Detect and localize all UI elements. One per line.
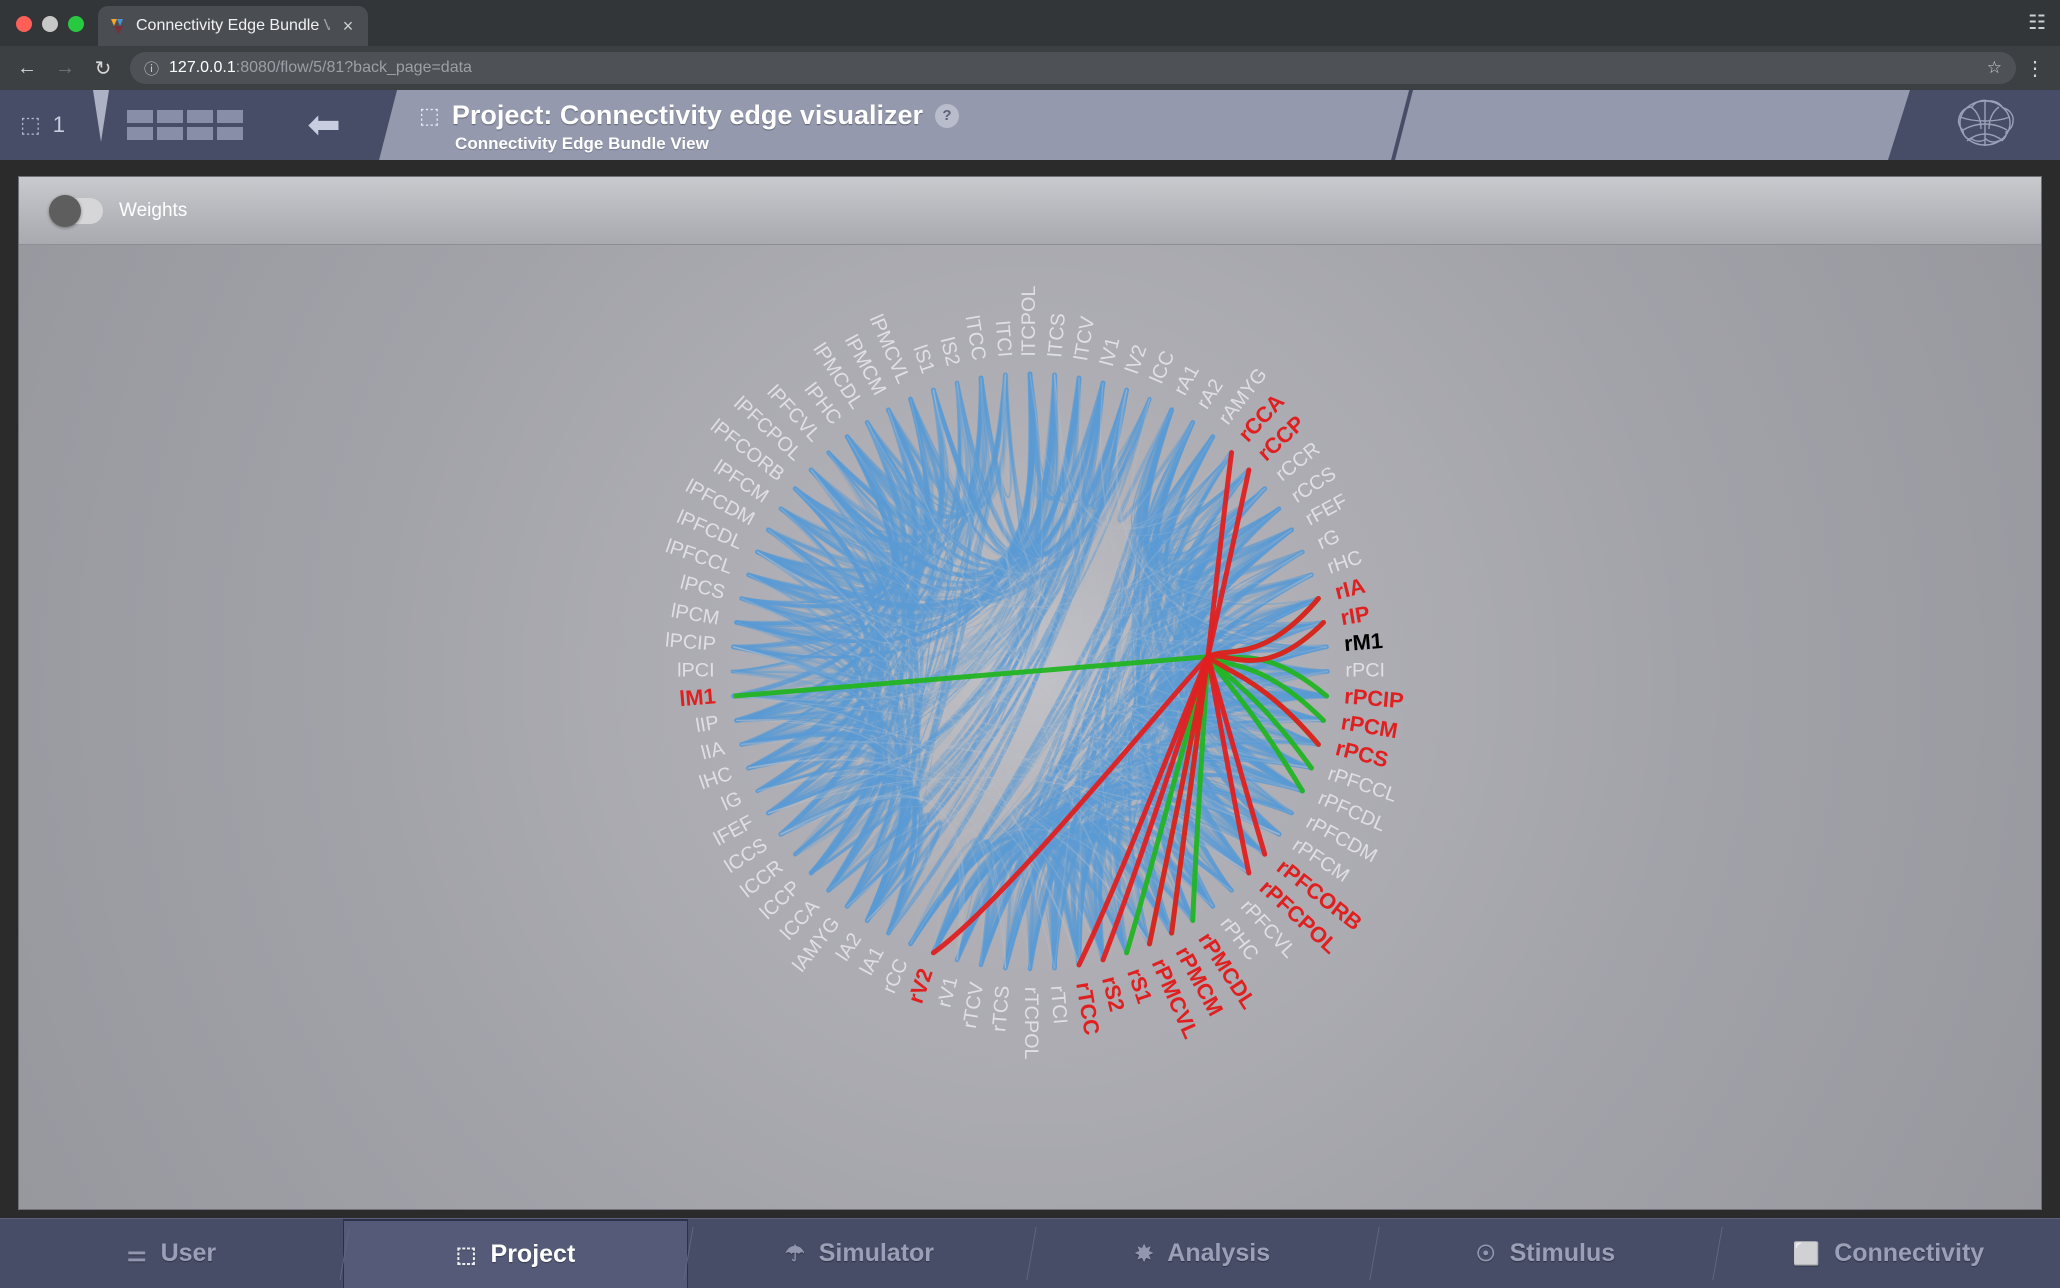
back-arrow-icon: ⬅ [307, 103, 341, 147]
app-header: ⬚ 1 ⬅ ⬚ Project: Connectivity edge visua… [0, 90, 2060, 160]
nav-item-label: Simulator [818, 1239, 935, 1267]
header-secondary-panel [1395, 90, 1910, 160]
back-icon[interactable]: ← [10, 51, 44, 85]
grid-cell [217, 127, 244, 140]
connectivity-chord-diagram[interactable]: lTCPOL lTCS lTCVlV1lV2lCCrA1rA2rAMYGrCCArC… [19, 245, 2041, 1209]
simulator-icon: ☂ [784, 1240, 805, 1266]
brain-network-icon [1953, 94, 2017, 157]
close-icon[interactable]: × [338, 17, 358, 35]
node-label-rPCI[interactable]: rPCI [1345, 660, 1385, 682]
grid-cell [187, 110, 214, 123]
weights-toggle-knob [49, 194, 81, 227]
nav-item-simulator[interactable]: ☂ Simulator [688, 1219, 1031, 1288]
user-icon: ⚌ [126, 1240, 147, 1266]
main-content-area: Weights lTCPOL lTCS lTCV lV1 lV2 lCC rA1 rA2 rAM… [0, 160, 2060, 1218]
node-label-lTCI[interactable]: lTCI [991, 320, 1016, 358]
node-label-lTCS[interactable]: lTCS [1044, 312, 1070, 358]
visualizer-toolbar: Weights [19, 177, 2041, 245]
grid-cell [187, 127, 214, 140]
back-navigation-button[interactable]: ⬅ [269, 90, 379, 160]
browser-chrome: Connectivity Edge Bundle View × ☷ ← → ↻ … [0, 0, 2060, 90]
page-title: Project: Connectivity edge visualizer [451, 100, 923, 130]
nav-item-connectivity[interactable]: ⬜ Connectivity [1717, 1219, 2060, 1288]
grid-cell [127, 127, 154, 140]
grid-cell [157, 127, 184, 140]
header-divider [87, 90, 113, 160]
node-label-lTCPOL[interactable]: lTCPOL [1018, 286, 1040, 357]
nav-item-project[interactable]: ⬚ Project [343, 1219, 688, 1288]
nav-item-label: Project [490, 1240, 576, 1268]
node-label-rTCS[interactable]: rTCS [988, 985, 1014, 1033]
browser-menu-icon[interactable]: ⋮ [2020, 56, 2050, 81]
window-traffic-lights[interactable] [0, 16, 98, 46]
document-icon: ⬚ [20, 112, 41, 137]
stimulus-icon: ☉ [1475, 1240, 1496, 1266]
bookmark-star-icon[interactable]: ☆ [1987, 58, 2002, 78]
nav-item-stimulus[interactable]: ☉ Stimulus [1374, 1219, 1717, 1288]
title-line: ⬚ Project: Connectivity edge visualizer … [419, 100, 1409, 131]
tvb-logo-icon [110, 17, 128, 35]
browser-tab-title: Connectivity Edge Bundle View [136, 17, 330, 34]
grid-cell [157, 110, 184, 123]
nav-item-analysis[interactable]: ✸ Analysis [1031, 1219, 1374, 1288]
node-label-lPCIP[interactable]: lPCIP [664, 629, 716, 655]
grid-cell [217, 110, 244, 123]
analysis-icon: ✸ [1134, 1240, 1154, 1266]
site-info-icon[interactable]: ⓘ [144, 58, 159, 79]
node-label-rM1[interactable]: rM1 [1343, 628, 1384, 656]
weights-toggle[interactable] [49, 194, 103, 227]
page-title-panel: ⬚ Project: Connectivity edge visualizer … [379, 90, 1409, 160]
project-icon: ⬚ [455, 1241, 477, 1267]
weights-label: Weights [119, 199, 188, 221]
grid-cell [127, 110, 154, 123]
connectivity-icon: ⬜ [1792, 1240, 1821, 1266]
reload-icon[interactable]: ↻ [86, 51, 120, 85]
window-controls-icon[interactable]: ☷ [2028, 10, 2046, 35]
node-label-lM1[interactable]: lM1 [678, 683, 716, 711]
browser-tab-strip: Connectivity Edge Bundle View × ☷ [0, 0, 2060, 46]
address-bar-url: 127.0.0.1:8080/flow/5/81?back_page=data [169, 59, 472, 76]
node-label-rTCI[interactable]: rTCI [1046, 985, 1071, 1025]
document-count[interactable]: ⬚ 1 [0, 90, 87, 160]
close-window-button[interactable] [16, 16, 32, 32]
bottom-navigation: ⚌ User ⬚ Project ☂ Simulator ✸ Analysis ☉ Stimulu… [0, 1218, 2060, 1288]
node-label-rTCPOL[interactable]: rTCPOL [1020, 987, 1042, 1060]
address-bar[interactable]: ⓘ 127.0.0.1:8080/flow/5/81?back_page=dat… [130, 52, 2016, 84]
nav-item-label: Stimulus [1509, 1239, 1616, 1267]
new-tab-area[interactable] [368, 6, 2060, 46]
brain-logo-panel[interactable] [1910, 90, 2060, 160]
browser-toolbar: ← → ↻ ⓘ 127.0.0.1:8080/flow/5/81?back_pa… [0, 46, 2060, 90]
minimize-window-button[interactable] [42, 16, 58, 32]
node-label-lIP[interactable]: lIP [694, 712, 720, 738]
view-subtitle: Connectivity Edge Bundle View [455, 134, 709, 153]
weights-control[interactable]: Weights [49, 194, 188, 227]
node-label-rIP[interactable]: rIP [1339, 601, 1372, 630]
node-label-rPCIP[interactable]: rPCIP [1343, 683, 1404, 713]
forward-icon[interactable]: → [48, 51, 82, 85]
project-document-icon: ⬚ [419, 102, 440, 128]
maximize-window-button[interactable] [68, 16, 84, 32]
node-label-lPCI[interactable]: lPCI [677, 660, 714, 682]
browser-tab[interactable]: Connectivity Edge Bundle View × [98, 6, 368, 46]
nav-item-user[interactable]: ⚌ User [0, 1219, 343, 1288]
edge-bundle-plot[interactable]: lTCPOL lTCS lTCV lV1 lV2 lCC rA1 rA2 rAMYG rCCA rC… [19, 245, 2041, 1209]
nav-item-label: Connectivity [1834, 1239, 1985, 1267]
nav-item-label: User [160, 1239, 217, 1267]
menu-grid-button[interactable] [127, 110, 244, 140]
document-count-value: 1 [52, 112, 66, 137]
help-icon[interactable]: ? [935, 104, 959, 128]
visualizer-frame: Weights lTCPOL lTCS lTCV lV1 lV2 lCC rA1 rA2 rAM… [18, 176, 2042, 1210]
nav-item-label: Analysis [1167, 1239, 1271, 1267]
